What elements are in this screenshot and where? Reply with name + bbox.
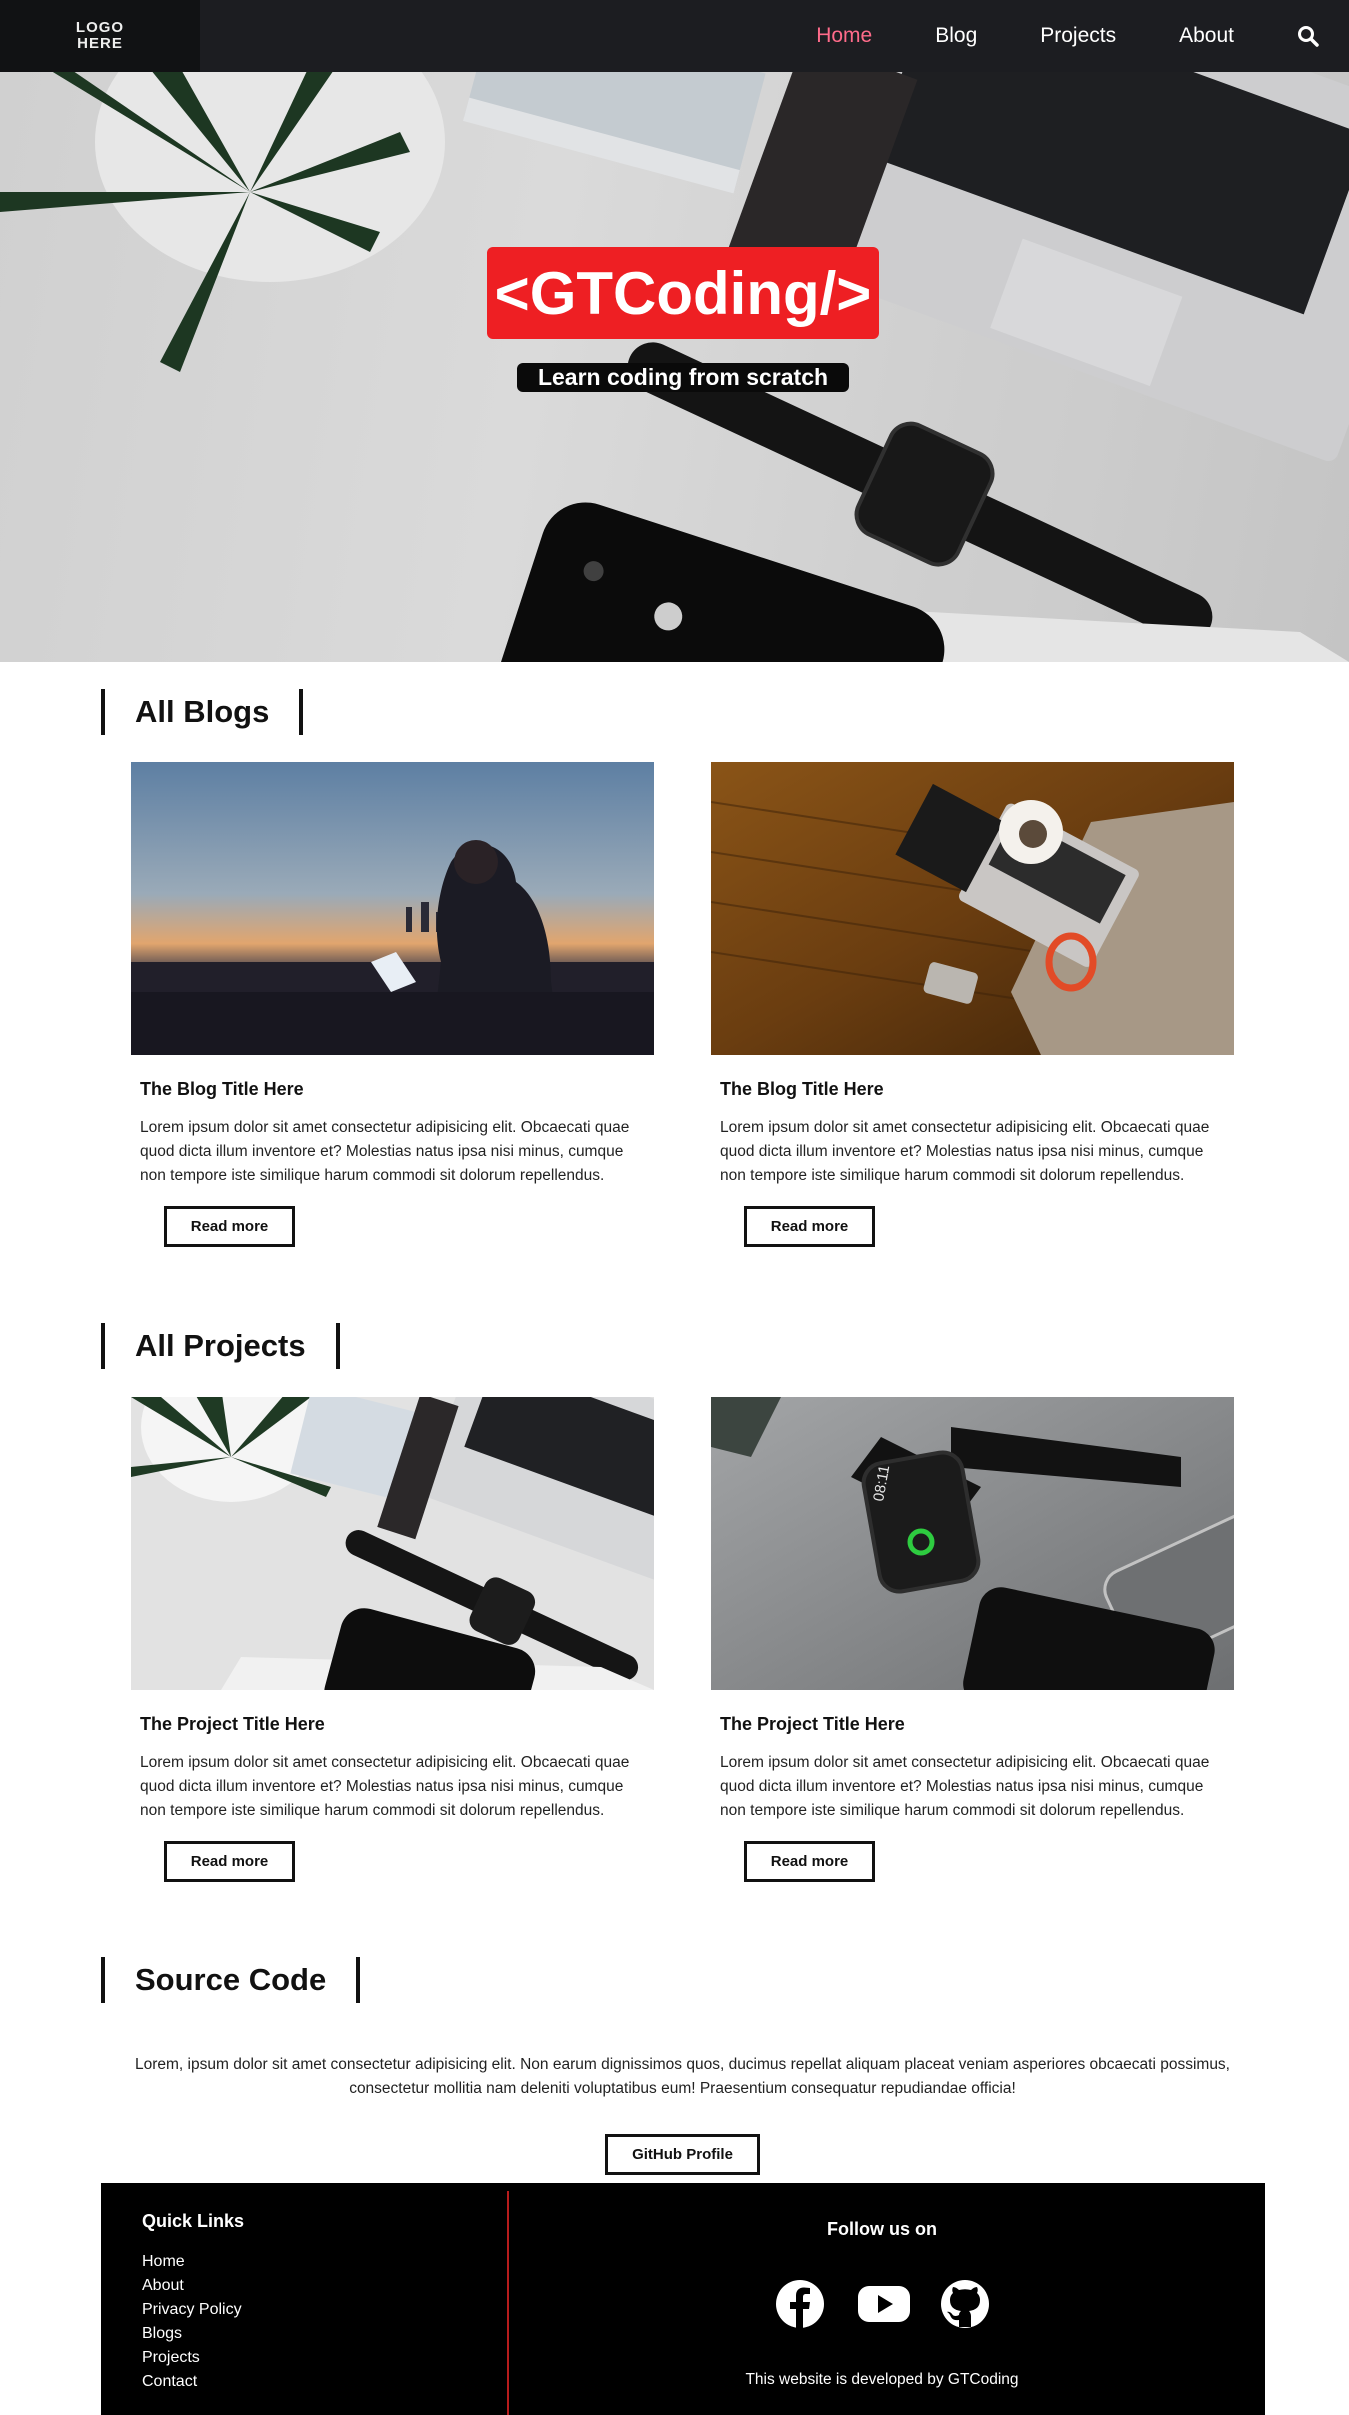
blog-title-2: The Blog Title Here <box>720 1079 884 1099</box>
nav-link-projects[interactable]: Projects <box>1040 24 1116 48</box>
blog-card-2: The Blog Title Here Lorem ipsum dolor si… <box>711 762 1234 1247</box>
source-heading: Source Code <box>101 1957 361 2003</box>
logo-line-1: LOGO <box>75 19 125 36</box>
github-icon[interactable] <box>939 2278 991 2330</box>
quick-links-list: Home About Privacy Policy Blogs Projects… <box>142 2250 242 2394</box>
hero-banner: <GTCoding/> Learn coding from scratch <box>0 72 1349 662</box>
nav-link-home[interactable]: Home <box>816 24 872 48</box>
github-profile-button[interactable]: GitHub Profile <box>605 2134 760 2175</box>
project-text-1: Lorem ipsum dolor sit amet consectetur a… <box>140 1754 630 1819</box>
project-image-1 <box>131 1397 654 1690</box>
blog-image-1 <box>131 762 654 1055</box>
projects-heading: All Projects <box>101 1323 340 1369</box>
footer-link-blogs[interactable]: Blogs <box>142 2322 242 2346</box>
source-description: Lorem, ipsum dolor sit amet consectetur … <box>135 2056 1230 2097</box>
follow-us-title: Follow us on <box>827 2219 937 2239</box>
project-read-more-button-1[interactable]: Read more <box>164 1841 295 1882</box>
projects-heading-text: All Projects <box>135 1328 306 1363</box>
project-title-2: The Project Title Here <box>720 1714 905 1734</box>
logo-line-2: HERE <box>77 35 123 52</box>
blog-title-1: The Blog Title Here <box>140 1079 304 1099</box>
blog-text-1: Lorem ipsum dolor sit amet consectetur a… <box>140 1119 630 1184</box>
footer-divider <box>507 2191 509 2415</box>
site-logo[interactable]: LOGO HERE <box>0 0 200 72</box>
blog-text-2: Lorem ipsum dolor sit amet consectetur a… <box>720 1119 1210 1184</box>
project-card-1: The Project Title Here Lorem ipsum dolor… <box>131 1397 654 1882</box>
site-footer: Quick Links Home About Privacy Policy Bl… <box>101 2183 1265 2415</box>
project-text-2: Lorem ipsum dolor sit amet consectetur a… <box>720 1754 1210 1819</box>
quick-links-title: Quick Links <box>142 2211 245 2231</box>
blog-image-2 <box>711 762 1234 1055</box>
footer-link-projects[interactable]: Projects <box>142 2346 242 2370</box>
hero-subtitle: Learn coding from scratch <box>517 363 849 392</box>
project-image-2: 08:11 <box>711 1397 1234 1690</box>
search-icon[interactable] <box>1297 25 1319 47</box>
footer-link-home[interactable]: Home <box>142 2250 242 2274</box>
youtube-icon[interactable] <box>856 2278 912 2330</box>
blogs-heading-text: All Blogs <box>135 694 270 729</box>
project-title-1: The Project Title Here <box>140 1714 325 1734</box>
blogs-heading: All Blogs <box>101 689 304 735</box>
nav-link-blog[interactable]: Blog <box>935 24 977 48</box>
top-navbar: LOGO HERE Home Blog Projects About <box>0 0 1349 72</box>
developer-credit: This website is developed by GTCoding <box>745 2371 1019 2388</box>
source-heading-text: Source Code <box>135 1962 327 1997</box>
footer-link-privacy-policy[interactable]: Privacy Policy <box>142 2298 242 2322</box>
blog-read-more-button-1[interactable]: Read more <box>164 1206 295 1247</box>
project-card-2: 08:11 The Project Title Here Lorem ipsum… <box>711 1397 1234 1882</box>
blog-read-more-button-2[interactable]: Read more <box>744 1206 875 1247</box>
blog-card-1: The Blog Title Here Lorem ipsum dolor si… <box>131 762 654 1247</box>
project-read-more-button-2[interactable]: Read more <box>744 1841 875 1882</box>
facebook-icon[interactable] <box>774 2278 826 2330</box>
footer-link-about[interactable]: About <box>142 2274 242 2298</box>
hero-title: <GTCoding/> <box>487 247 879 339</box>
nav-link-about[interactable]: About <box>1179 24 1234 48</box>
nav-links: Home Blog Projects About <box>816 0 1349 72</box>
footer-link-contact[interactable]: Contact <box>142 2370 242 2394</box>
